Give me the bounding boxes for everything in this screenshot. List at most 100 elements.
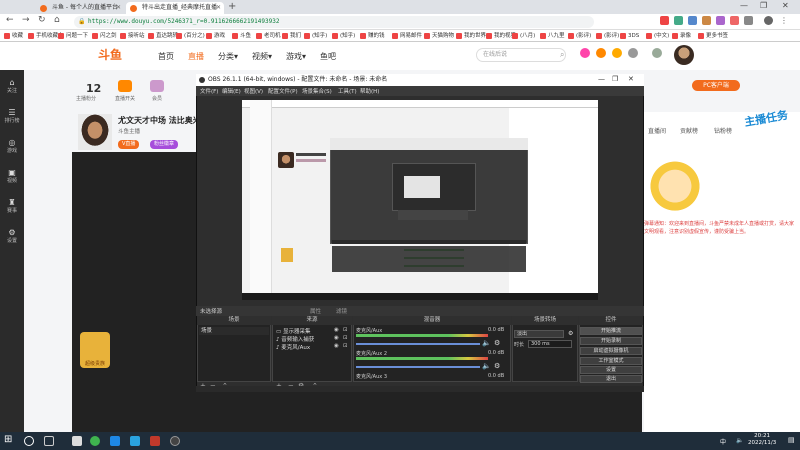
bookmark-item[interactable]: (影评): [568, 31, 591, 41]
bookmark-item[interactable]: (百分之): [176, 31, 205, 41]
bookmark-item[interactable]: 录像: [672, 31, 691, 41]
back-icon[interactable]: ←: [6, 15, 14, 25]
close-tab-icon[interactable]: ✕: [216, 2, 221, 14]
app-icon[interactable]: [130, 436, 140, 446]
obs-menu-item[interactable]: 编辑(E): [222, 87, 241, 95]
download-icon[interactable]: [596, 48, 606, 58]
properties-button[interactable]: 属性: [310, 307, 321, 315]
extension-icon[interactable]: [674, 16, 683, 25]
sidebar-item[interactable]: ♜ 赛事: [0, 198, 24, 214]
home-icon[interactable]: ⌂: [54, 15, 60, 25]
app-icon[interactable]: [150, 436, 160, 446]
member-icon[interactable]: [150, 80, 164, 92]
bookmark-item[interactable]: 闪之剑: [92, 31, 117, 41]
noble-badge[interactable]: 超级贵族: [80, 332, 110, 368]
notification-icon[interactable]: [628, 48, 638, 58]
lock-icon[interactable]: ⊡: [343, 343, 348, 349]
sidebar-item[interactable]: ◎ 游戏: [0, 138, 24, 154]
promo-banner[interactable]: 主播任务: [742, 108, 795, 161]
gear-icon[interactable]: ⚙: [568, 330, 573, 337]
live-switch-icon[interactable]: [118, 80, 132, 92]
bookmark-item[interactable]: 3DS: [620, 31, 639, 41]
message-icon[interactable]: [612, 48, 622, 58]
bookmark-item[interactable]: 游戏: [206, 31, 225, 41]
speaker-icon[interactable]: 🔈: [482, 362, 491, 370]
file-explorer-icon[interactable]: [72, 436, 82, 446]
volume-slider[interactable]: [356, 366, 480, 368]
start-recording-button[interactable]: 开始录制: [580, 337, 642, 345]
url-field[interactable]: 🔒 https://www.douyu.com/5246371_r=0.9116…: [74, 16, 594, 28]
virtual-camera-button[interactable]: 启动虚拟摄像机: [580, 347, 642, 355]
streamer-avatar[interactable]: [78, 114, 112, 150]
search-icon[interactable]: ⌕: [560, 50, 564, 60]
obs-minimize-button[interactable]: —: [598, 75, 605, 83]
extension-icon[interactable]: [702, 16, 711, 25]
taskbar-clock[interactable]: 20:21 2022/11/3: [748, 433, 776, 447]
filters-button[interactable]: 滤镜: [336, 307, 347, 315]
start-streaming-button[interactable]: 开始推流: [580, 327, 642, 335]
bookmark-item[interactable]: 八九里: [540, 31, 565, 41]
settings-button[interactable]: 设置: [580, 366, 642, 374]
close-tab-icon[interactable]: ✕: [116, 2, 121, 14]
bookmark-item[interactable]: 网易邮件: [392, 31, 422, 41]
browser-tab-douyu-home[interactable]: 斗鱼 - 每个人的直播平台 ✕: [36, 2, 124, 14]
transition-select[interactable]: 淡出: [514, 330, 564, 338]
scene-item[interactable]: 场景: [199, 327, 269, 335]
obs-app-icon[interactable]: [170, 436, 180, 446]
minimize-button[interactable]: —: [740, 1, 748, 10]
nav-category[interactable]: 分类▾: [218, 51, 238, 62]
forward-icon[interactable]: →: [22, 15, 30, 25]
history-icon[interactable]: [580, 48, 590, 58]
obs-maximize-button[interactable]: ❐: [612, 75, 618, 83]
gear-icon[interactable]: ⚙: [494, 362, 500, 370]
nav-video[interactable]: 视频▾: [252, 51, 272, 62]
obs-menu-item[interactable]: 视图(V): [244, 87, 263, 95]
reload-icon[interactable]: ↻: [38, 15, 46, 25]
notification-center-icon[interactable]: ▤: [788, 436, 795, 444]
search-icon[interactable]: [24, 436, 34, 446]
bookmark-item[interactable]: 赚的钱: [360, 31, 385, 41]
bookmark-item[interactable]: 我们: [282, 31, 301, 41]
tag-badge[interactable]: V直播: [118, 140, 140, 149]
bookmark-item[interactable]: (知乎): [332, 31, 355, 41]
menu-kebab-icon[interactable]: ⋮: [780, 16, 789, 25]
bookmark-item[interactable]: 直达跳转: [148, 31, 178, 41]
bookmark-item[interactable]: (影评): [596, 31, 619, 41]
avatar[interactable]: [674, 45, 694, 65]
speaker-icon[interactable]: 🔈: [482, 339, 491, 347]
sidebar-item[interactable]: ⚙ 设置: [0, 228, 24, 244]
bookmark-item[interactable]: (中文): [646, 31, 669, 41]
obs-menu-item[interactable]: 配置文件(P): [268, 87, 298, 95]
streamer-name[interactable]: 斗鱼主播: [118, 127, 140, 135]
extension-icon[interactable]: [730, 16, 739, 25]
obs-menu-item[interactable]: 帮助(H): [360, 87, 379, 95]
bookmark-item[interactable]: 天猫购物: [424, 31, 454, 41]
studio-mode-button[interactable]: 工作室模式: [580, 357, 642, 365]
extension-icon[interactable]: [716, 16, 725, 25]
bookmark-item[interactable]: (八月): [512, 31, 535, 41]
bookmark-item[interactable]: 老司机: [256, 31, 281, 41]
bookmark-item[interactable]: 收藏: [4, 31, 23, 41]
bookmark-item[interactable]: 更多书签: [698, 31, 728, 41]
obs-menu-item[interactable]: 场景集合(S): [302, 87, 332, 95]
sidebar-item[interactable]: ▣ 视频: [0, 168, 24, 184]
bookmark-item[interactable]: 斗鱼: [232, 31, 251, 41]
extension-icon[interactable]: [660, 16, 669, 25]
source-item[interactable]: ♪ 麦克风/Aux: [276, 343, 310, 351]
profile-icon[interactable]: [764, 16, 773, 25]
bookmark-item[interactable]: (知乎): [304, 31, 327, 41]
tab-fans[interactable]: 钻粉榜: [714, 126, 732, 135]
close-window-button[interactable]: ✕: [782, 1, 789, 10]
input-method-icon[interactable]: 中: [720, 437, 726, 446]
new-tab-button[interactable]: +: [228, 1, 236, 12]
nav-live[interactable]: 直播: [188, 51, 204, 62]
bookmark-item[interactable]: 问题一下: [58, 31, 88, 41]
bookmark-item[interactable]: 接听站: [120, 31, 145, 41]
browser-tab-active[interactable]: 特斗出走直播_经典摩托直播 ✕: [126, 2, 224, 14]
browser-app-icon[interactable]: [90, 436, 100, 446]
task-view-icon[interactable]: [44, 436, 54, 446]
sidebar-item[interactable]: ☰ 排行榜: [0, 108, 24, 124]
app-icon[interactable]: [110, 436, 120, 446]
visibility-eye-icon[interactable]: ◉: [334, 335, 339, 341]
maximize-button[interactable]: ❐: [760, 1, 767, 10]
